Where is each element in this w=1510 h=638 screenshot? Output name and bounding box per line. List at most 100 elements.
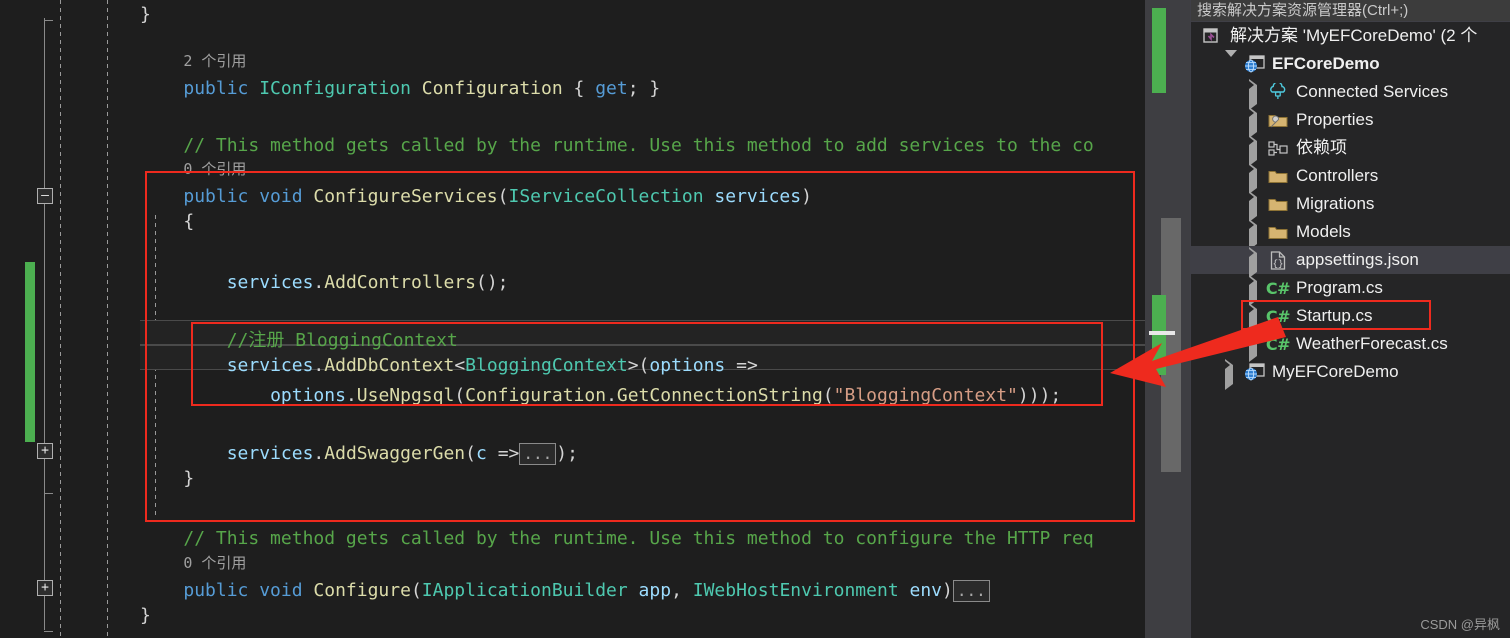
chevron-right-icon[interactable] (1249, 219, 1263, 250)
solution-icon (1201, 26, 1223, 46)
chevron-right-icon[interactable] (1249, 163, 1263, 194)
web-project-icon (1243, 362, 1265, 382)
fold-collapse-box[interactable]: – (37, 188, 53, 204)
solution-explorer-panel[interactable]: 解决方案 'MyEFCoreDemo' (2 个 EFCoreDemo Connec… (1190, 0, 1510, 638)
code-line[interactable]: public void Configure(IApplicationBuilde… (183, 578, 990, 603)
code-line[interactable]: { (183, 209, 194, 234)
tree-item-label: Controllers (1296, 166, 1379, 185)
code-token: , (671, 580, 693, 601)
code-line[interactable]: // This method gets called by the runtim… (183, 133, 1093, 158)
chevron-down-icon[interactable] (1225, 50, 1239, 76)
tree-item-weatherforecast-cs[interactable]: C# WeatherForecast.cs (1191, 330, 1510, 362)
code-text-surface[interactable]: } 2 个引用 public IConfiguration Configuratio… (140, 0, 1145, 638)
tree-item-efcoredemo[interactable]: EFCoreDemo (1191, 50, 1510, 78)
tree-item-program-cs[interactable]: C# Program.cs (1191, 274, 1510, 306)
csharp-file-icon: C# (1265, 306, 1291, 326)
tree-item-controllers[interactable]: Controllers (1191, 162, 1510, 194)
collapsed-block-ellipsis[interactable]: ... (519, 443, 557, 465)
caret-position-marker (1149, 331, 1175, 335)
code-line[interactable]: } (140, 603, 151, 628)
tree-item-models[interactable]: Models (1191, 218, 1510, 250)
code-token: services (226, 355, 314, 376)
code-line[interactable]: } (183, 466, 194, 491)
code-token: => (736, 355, 758, 376)
code-token: AddControllers (324, 272, 476, 293)
code-line[interactable]: } (140, 2, 151, 27)
code-token: env (909, 580, 943, 601)
tree-item-startup-cs[interactable]: C# Startup.cs (1191, 302, 1510, 334)
connected-services-icon (1267, 82, 1289, 102)
code-token: ConfigureServices (313, 186, 498, 207)
code-token: options (649, 355, 737, 376)
tree-item-[interactable]: 依赖项 (1191, 134, 1510, 166)
code-line[interactable]: services.AddControllers(); (227, 270, 509, 295)
folder-icon (1267, 222, 1289, 242)
tree-item-properties[interactable]: Properties (1191, 106, 1510, 138)
tree-item-myefcoredemo[interactable]: MyEFCoreDemo (1191, 358, 1510, 390)
search-input[interactable] (1191, 0, 1510, 21)
code-line[interactable]: services.AddSwaggerGen(c =>...); (227, 441, 578, 466)
code-token: GetConnectionString (616, 385, 823, 406)
chevron-right-icon[interactable] (1249, 107, 1263, 138)
tree-item-label: WeatherForecast.cs (1296, 334, 1448, 353)
code-line[interactable]: //注册 BloggingContext (227, 328, 458, 353)
solution-search-bar[interactable] (1191, 0, 1510, 22)
code-line[interactable]: 0 个引用 (183, 156, 246, 182)
code-token: Configuration (421, 78, 574, 99)
folder-icon (1267, 166, 1289, 186)
chevron-right-icon[interactable] (1249, 275, 1263, 306)
code-token: public void (183, 186, 314, 207)
code-line[interactable]: // This method gets called by the runtim… (183, 526, 1093, 551)
code-token: < (454, 355, 466, 376)
chevron-right-icon[interactable] (1249, 191, 1263, 222)
chevron-right-icon[interactable] (1225, 359, 1239, 390)
code-token: } (140, 605, 151, 626)
code-token: { (183, 211, 195, 232)
editor-vertical-scrollbar[interactable] (1145, 0, 1190, 638)
chevron-right-icon[interactable] (1249, 303, 1263, 334)
code-token: options (270, 385, 346, 406)
code-token: AddSwaggerGen (324, 443, 466, 464)
code-token: 2 个引用 (183, 52, 247, 70)
code-token: "BloggingContext" (833, 385, 1018, 406)
code-token: get (595, 78, 628, 99)
code-line[interactable]: options.UseNpgsql(Configuration.GetConne… (270, 383, 1061, 408)
tree-item-label: Connected Services (1296, 82, 1449, 101)
code-line[interactable]: 0 个引用 (183, 550, 246, 576)
tree-item-label: Program.cs (1296, 278, 1383, 297)
web-project-icon (1243, 54, 1265, 74)
change-marker (1152, 8, 1166, 38)
code-token: . (313, 272, 325, 293)
solution-root-node[interactable]: 解决方案 'MyEFCoreDemo' (2 个 (1191, 22, 1510, 50)
tree-item-migrations[interactable]: Migrations (1191, 190, 1510, 222)
code-token: services (714, 186, 802, 207)
outlining-tick (44, 493, 53, 494)
code-token: services (226, 443, 314, 464)
chevron-right-icon[interactable] (1249, 135, 1263, 166)
fold-expand-box[interactable]: + (37, 443, 53, 459)
chevron-right-icon[interactable] (1249, 331, 1263, 362)
code-token: IWebHostEnvironment (692, 580, 910, 601)
collapsed-block-ellipsis[interactable]: ... (952, 580, 990, 602)
code-token: . (313, 355, 325, 376)
code-token: Configuration (465, 385, 607, 406)
tree-item-appsettings-json[interactable]: {} appsettings.json (1191, 246, 1510, 278)
code-token: ( (497, 186, 509, 207)
code-token: public (183, 78, 260, 99)
chevron-right-icon[interactable] (1249, 247, 1263, 278)
chevron-right-icon[interactable] (1249, 79, 1263, 110)
code-line[interactable]: public void ConfigureServices(IServiceCo… (183, 184, 812, 209)
code-line[interactable]: services.AddDbContext<BloggingContext>(o… (227, 353, 758, 378)
outlining-margin[interactable]: – + + (0, 0, 60, 638)
code-token: 0 个引用 (183, 554, 247, 572)
code-editor-pane[interactable]: – + + } 2 个引用 public IConfiguration Config… (0, 0, 1145, 638)
tree-item-label: Startup.cs (1296, 306, 1373, 325)
code-line[interactable]: public IConfiguration Configuration { ge… (183, 76, 660, 101)
solution-tree[interactable]: 解决方案 'MyEFCoreDemo' (2 个 EFCoreDemo Connec… (1191, 22, 1510, 390)
code-line[interactable]: 2 个引用 (183, 48, 246, 74)
fold-expand-box[interactable]: + (37, 580, 53, 596)
indent-guide (60, 0, 61, 638)
tree-item-connected-services[interactable]: Connected Services (1191, 78, 1510, 110)
change-marker (1152, 295, 1166, 375)
code-token: { (573, 78, 596, 99)
